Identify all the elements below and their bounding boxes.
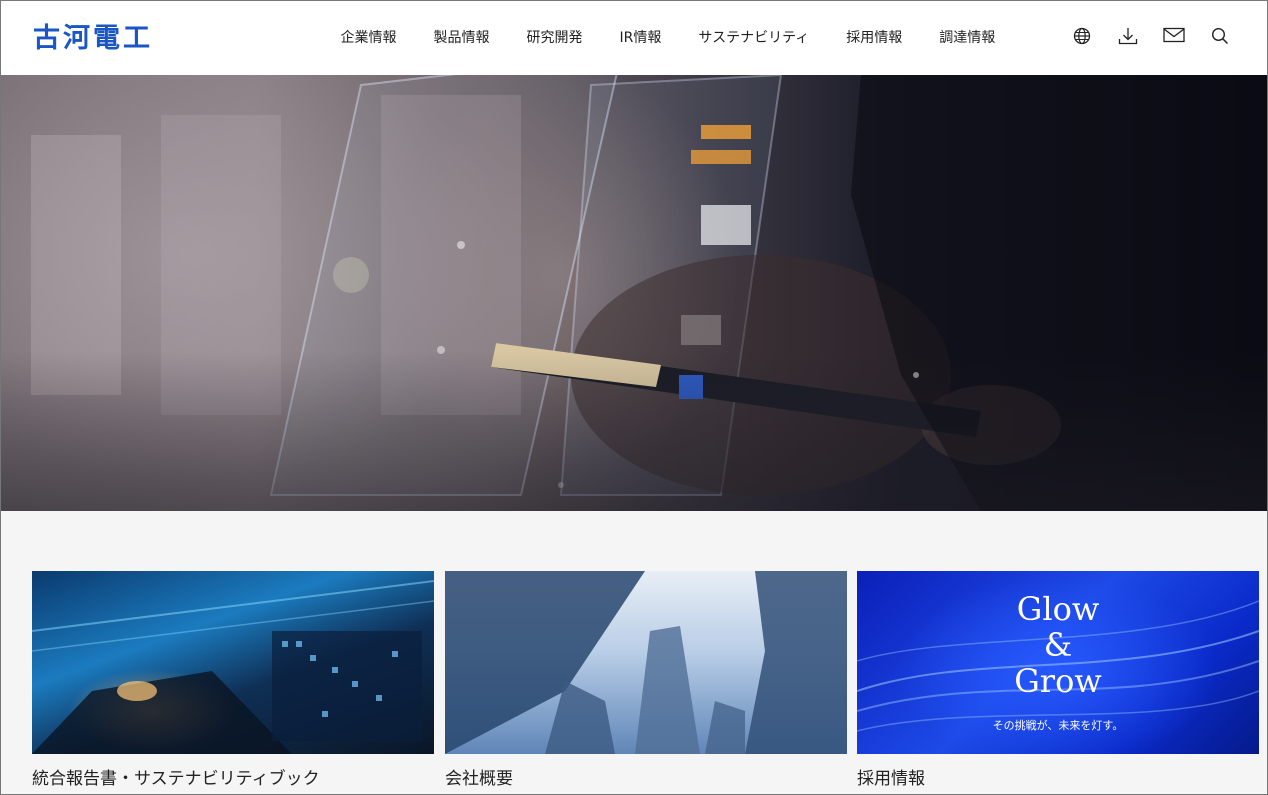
language-button[interactable]	[1059, 1, 1105, 85]
heading-grow: Grow	[1014, 662, 1102, 700]
nav-item-products[interactable]: 製品情報	[434, 28, 490, 48]
nav-item-rd[interactable]: 研究開発	[527, 28, 583, 48]
download-button[interactable]	[1105, 1, 1151, 75]
nav-item-ir[interactable]: IR情報	[620, 28, 662, 48]
card-heading-glow: Glow & Grow	[857, 591, 1259, 699]
mail-icon	[1163, 27, 1185, 43]
site-header: 古河電工 企業情報 製品情報 研究開発 IR情報 サステナビリティ 採用情報 調…	[1, 1, 1267, 85]
nav-item-recruit[interactable]: 採用情報	[846, 28, 902, 48]
page: 古河電工 企業情報 製品情報 研究開発 IR情報 サステナビリティ 採用情報 調…	[0, 0, 1268, 795]
nav-item-sustainability[interactable]: サステナビリティ	[698, 28, 809, 48]
search-button[interactable]	[1197, 1, 1243, 85]
car-circuit-illustration	[32, 580, 434, 754]
logo[interactable]: 古河電工	[33, 21, 153, 57]
card-label[interactable]: 会社概要	[445, 768, 847, 790]
heading-glow: Glow	[1016, 590, 1100, 628]
global-nav: 企業情報 製品情報 研究開発 IR情報 サステナビリティ 採用情報 調達情報	[322, 1, 1014, 75]
card-image: Glow & Grow その挑戦が、未来を灯す。	[857, 571, 1259, 754]
nav-item-procurement[interactable]: 調達情報	[939, 28, 995, 48]
card-label[interactable]: 統合報告書・サステナビリティブック	[32, 768, 434, 790]
nav-item-corporate[interactable]: 企業情報	[341, 28, 397, 48]
utility-nav	[1059, 1, 1243, 85]
hero-image	[1, 75, 1267, 511]
hero-shade	[1, 351, 1267, 511]
feature-cards: 統合報告書・サステナビリティブック 会社概要 Glow & Grow その挑戦が…	[32, 571, 1259, 794]
heading-ampersand: &	[1043, 626, 1073, 664]
skyscrapers-illustration	[445, 571, 847, 754]
download-icon	[1118, 28, 1138, 45]
search-icon	[1211, 27, 1229, 45]
card-tagline: その挑戦が、未来を灯す。	[992, 719, 1124, 732]
card-image	[445, 571, 847, 754]
contact-button[interactable]	[1151, 1, 1197, 75]
card-company-overview[interactable]: 会社概要	[445, 571, 847, 790]
card-integrated-report[interactable]: 統合報告書・サステナビリティブック	[32, 571, 434, 790]
card-image	[32, 571, 434, 754]
card-label[interactable]: 採用情報	[857, 768, 1259, 790]
card-recruitment[interactable]: Glow & Grow その挑戦が、未来を灯す。 採用情報	[857, 571, 1259, 790]
globe-icon	[1073, 27, 1091, 45]
